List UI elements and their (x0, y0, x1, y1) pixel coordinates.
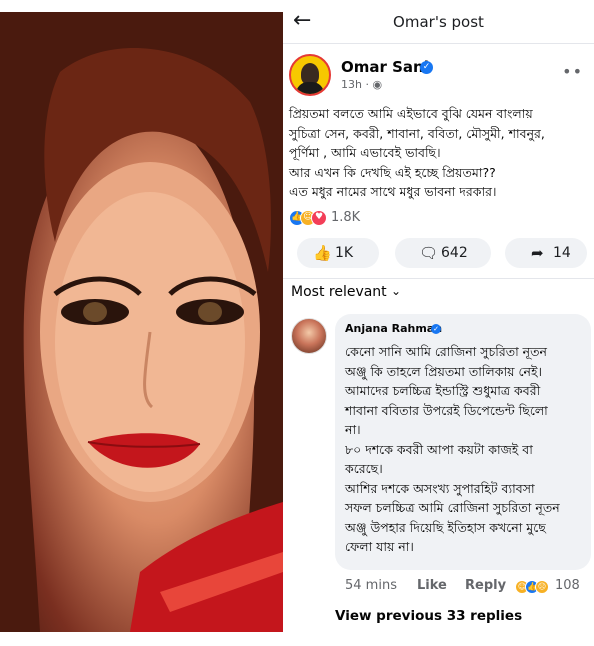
comment-text-line: সফল চলচ্চিত্র আমি রোজিনা সুচরিতা নূতন (345, 500, 560, 515)
globe-icon: ◉ (372, 78, 383, 91)
reaction-count: 1.8K (331, 210, 361, 225)
like-count: 1K (335, 245, 354, 261)
post-time[interactable]: 13h (341, 78, 362, 91)
post-text-line: প্রিয়তমা বলতে আমি এইভাবে বুঝি যেমন বাংল… (289, 106, 533, 121)
profile-photo (0, 12, 283, 632)
post-meta: 13h · ◉ (341, 78, 382, 91)
more-options-icon[interactable]: •• (562, 62, 583, 81)
like-button[interactable]: 👍 1K (297, 238, 379, 268)
portrait-illustration (0, 12, 283, 632)
comment-button[interactable]: 🗨 642 (395, 238, 491, 268)
comment-sort-dropdown[interactable]: Most relevant (291, 284, 387, 300)
share-button[interactable]: ➦ 14 (505, 238, 587, 268)
view-previous-replies-link[interactable]: View previous 33 replies (335, 608, 522, 624)
comment-icon: 🗨 (419, 244, 439, 262)
comment-text-line: অঞ্জু উপহার দিয়েছি ইতিহাস কখনো মুছে (345, 519, 546, 535)
chevron-down-icon[interactable]: ⌄ (391, 284, 401, 298)
comment-reaction-count[interactable]: 108 (555, 578, 580, 593)
commenter-name[interactable]: Anjana Rahman (345, 322, 442, 335)
comment-text-line: আশির দশকে অসংখ্য সুপারহিট ব্যাবসা (345, 480, 535, 496)
verified-icon: ✓ (420, 61, 433, 74)
author-avatar[interactable] (289, 54, 331, 96)
post-text-line: সুচিত্রা সেন, কবরী, শাবানা, ববিতা, মৌসুম… (289, 125, 545, 141)
comment-bubble: Anjana Rahman ✓ কেনো সানি আমি রোজিনা সুচ… (335, 314, 591, 570)
share-count: 14 (553, 245, 571, 261)
share-icon: ➦ (531, 244, 544, 262)
page-title: Omar's post (393, 13, 484, 31)
facebook-post-screen: ← Omar's post Omar Sani ✓ 13h · ◉ •• প্র… (283, 0, 594, 646)
thumbs-up-icon: 👍 (313, 244, 332, 262)
reaction-summary[interactable]: 👍 ☺ ♥ 1.8K (289, 208, 489, 228)
comment-text: কেনো সানি আমি রোজিনা সুচরিতা নূতন অঞ্জু … (345, 342, 589, 557)
comment-reply-button[interactable]: Reply (465, 578, 506, 593)
verified-icon: ✓ (431, 324, 441, 334)
comment-text-line: করেছে। (345, 461, 383, 476)
comment-text-line: আমাদের চলচ্চিত্র ইন্ডাস্ট্রি শুধুমাত্র ক… (345, 383, 541, 398)
comment-like-button[interactable]: Like (417, 578, 447, 593)
top-bar: ← Omar's post (283, 0, 594, 44)
comment-text-line: না। (345, 422, 361, 437)
comment-footer: 54 mins Like Reply ☺ 👍 ☹ 108 (345, 578, 591, 598)
post-body: প্রিয়তমা বলতে আমি এইভাবে বুঝি যেমন বাংল… (289, 104, 589, 202)
post-text-line: আর এখন কি দেখছি এই হচ্ছে প্রিয়তমা?? (289, 164, 496, 180)
comment-time[interactable]: 54 mins (345, 578, 397, 593)
post-text-line: এত মধুর নামের সাথে মধুর ভাবনা দরকার। (289, 184, 497, 199)
comment-text-line: ৮০ দশকে কবরী আপা কয়টা কাজই বা (345, 441, 533, 457)
commenter-avatar[interactable] (291, 318, 327, 354)
comment-text-line: শাবানা ববিতার উপরেই ডিপেন্ডেন্ট ছিলো (345, 402, 548, 418)
author-name[interactable]: Omar Sani (341, 58, 429, 76)
comment-text-line: কেনো সানি আমি রোজিনা সুচরিতা নূতন (345, 344, 547, 359)
comment-text-line: ফেলা যায় না। (345, 539, 414, 554)
sad-reaction-icon: ☹ (535, 580, 549, 594)
comment-count: 642 (441, 245, 468, 261)
comment-text-line: অঞ্জু কি তাহলে প্রিয়তমা তালিকায় নেই। (345, 363, 542, 379)
post-header: Omar Sani ✓ 13h · ◉ •• (289, 54, 589, 100)
divider (283, 278, 594, 279)
love-reaction-icon: ♥ (311, 210, 327, 226)
post-text-line: পূর্ণিমা , আমি এভাবেই ভাবছি। (289, 145, 441, 160)
